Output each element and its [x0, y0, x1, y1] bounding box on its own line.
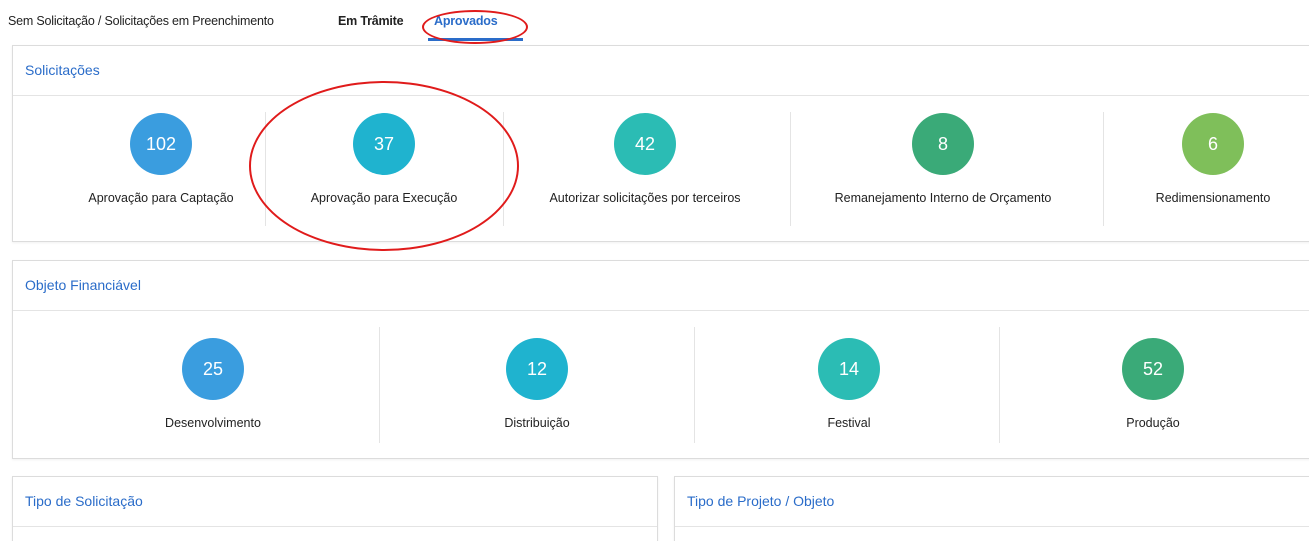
stat-label: Autorizar solicitações por terceiros — [549, 191, 741, 205]
stat-autorizar-terceiros[interactable]: 42 Autorizar solicitações por terceiros — [523, 113, 767, 205]
tab-label: Em Trâmite — [338, 14, 404, 28]
tipo-solicitacao-panel: Tipo de Solicitação — [12, 476, 658, 541]
tab-label: Sem Solicitação / Solicitações em Preenc… — [8, 14, 274, 28]
tab-sem-solicitacao[interactable]: Sem Solicitação / Solicitações em Preenc… — [8, 14, 274, 28]
stat-producao[interactable]: 52 Produção — [1043, 338, 1263, 430]
count-badge: 8 — [912, 113, 974, 175]
divider — [694, 327, 695, 443]
status-tabs: Sem Solicitação / Solicitações em Preenc… — [0, 0, 1309, 44]
stat-festival[interactable]: 14 Festival — [739, 338, 959, 430]
divider — [790, 112, 791, 226]
panel-title: Tipo de Solicitação — [13, 477, 657, 527]
stat-aprovacao-captacao[interactable]: 102 Aprovação para Captação — [51, 113, 271, 205]
stat-label: Produção — [1126, 416, 1180, 430]
tab-em-tramite[interactable]: Em Trâmite — [338, 14, 404, 28]
divider — [999, 327, 1000, 443]
count-badge: 6 — [1182, 113, 1244, 175]
stat-redimensionamento[interactable]: 6 Redimensionamento — [1123, 113, 1303, 205]
stat-label: Distribuição — [504, 416, 570, 430]
count-badge: 14 — [818, 338, 880, 400]
stat-remanejamento[interactable]: 8 Remanejamento Interno de Orçamento — [808, 113, 1078, 205]
count-badge: 52 — [1122, 338, 1184, 400]
count-badge: 42 — [614, 113, 676, 175]
stat-label: Festival — [827, 416, 871, 430]
stat-label: Aprovação para Captação — [88, 191, 234, 205]
tipo-projeto-panel: Tipo de Projeto / Objeto — [674, 476, 1309, 541]
stat-label: Redimensionamento — [1155, 191, 1271, 205]
panel-title: Tipo de Projeto / Objeto — [675, 477, 1309, 527]
count-badge: 12 — [506, 338, 568, 400]
panel-title: Solicitações — [13, 46, 1309, 96]
stat-label: Desenvolvimento — [165, 416, 261, 430]
divider — [379, 327, 380, 443]
solicitacoes-panel: Solicitações 102 Aprovação para Captação… — [12, 45, 1309, 242]
count-badge: 25 — [182, 338, 244, 400]
annotation-oval — [249, 81, 519, 251]
stat-desenvolvimento[interactable]: 25 Desenvolvimento — [103, 338, 323, 430]
annotation-oval — [422, 10, 528, 44]
divider — [1103, 112, 1104, 226]
stat-distribuicao[interactable]: 12 Distribuição — [427, 338, 647, 430]
panel-title: Objeto Financiável — [13, 261, 1309, 311]
stat-label: Remanejamento Interno de Orçamento — [834, 191, 1052, 205]
count-badge: 102 — [130, 113, 192, 175]
objeto-financiavel-panel: Objeto Financiável 25 Desenvolvimento 12… — [12, 260, 1309, 459]
